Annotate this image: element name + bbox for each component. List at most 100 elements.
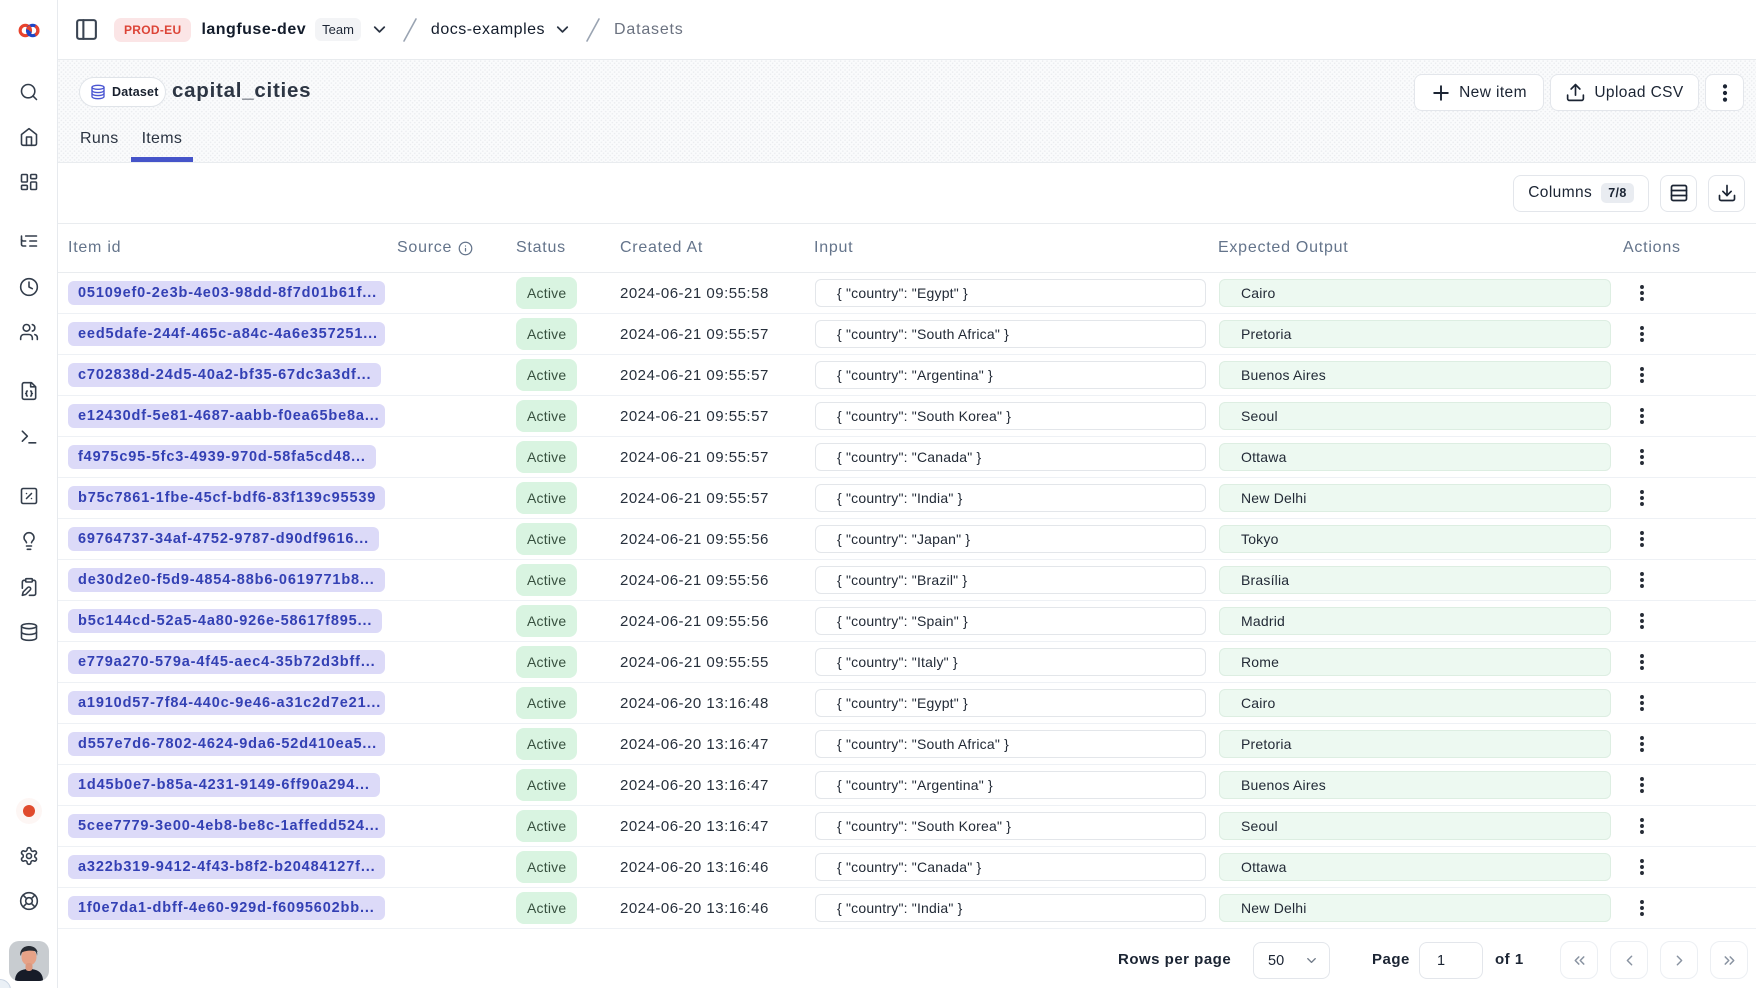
row-actions-kebab[interactable] (1634, 736, 1650, 752)
row-actions-kebab[interactable] (1634, 367, 1650, 383)
input-value-box[interactable]: { "country": "South Korea" } (815, 402, 1206, 430)
table-row[interactable]: 1f0e7da1-dbff-4e60-929d-f6095602bb... Ac… (58, 888, 1756, 929)
table-row[interactable]: 5cee7779-3e00-4eb8-be8c-1affedd524... Ac… (58, 806, 1756, 847)
expected-output-box[interactable]: Buenos Aires (1219, 361, 1611, 389)
rows-per-page-select[interactable]: 50 (1253, 942, 1330, 979)
tab-items[interactable]: Items (131, 130, 194, 162)
item-id-badge[interactable]: a322b319-9412-4f43-b8f2-b20484127f... (68, 855, 385, 879)
langfuse-logo-icon[interactable] (17, 22, 41, 39)
item-id-badge[interactable]: 1f0e7da1-dbff-4e60-929d-f6095602bb... (68, 896, 385, 920)
home-icon[interactable] (19, 127, 39, 147)
expected-output-box[interactable]: Buenos Aires (1219, 771, 1611, 799)
dashboard-icon[interactable] (19, 172, 39, 192)
item-id-badge[interactable]: 1d45b0e7-b85a-4231-9149-6ff90a294... (68, 773, 380, 797)
breadcrumb-org[interactable]: langfuse-dev (201, 21, 306, 39)
table-row[interactable]: de30d2e0-f5d9-4854-88b6-0619771b8... Act… (58, 560, 1756, 601)
annotation-clipboard-pen-icon[interactable] (19, 577, 39, 597)
input-value-box[interactable]: { "country": "Canada" } (815, 443, 1206, 471)
table-row[interactable]: a322b319-9412-4f43-b8f2-b20484127f... Ac… (58, 847, 1756, 888)
row-actions-kebab[interactable] (1634, 654, 1650, 670)
item-id-badge[interactable]: e12430df-5e81-4687-aabb-f0ea65be8a... (68, 404, 385, 428)
table-row[interactable]: 69764737-34af-4752-9787-d90df9616... Act… (58, 519, 1756, 560)
item-id-badge[interactable]: d557e7d6-7802-4624-9da6-52d410ea5... (68, 732, 385, 756)
expected-output-box[interactable]: Rome (1219, 648, 1611, 676)
item-id-badge[interactable]: e779a270-579a-4f45-aec4-35b72d3bff... (68, 650, 385, 674)
expected-output-box[interactable]: Pretoria (1219, 320, 1611, 348)
expected-output-box[interactable]: Tokyo (1219, 525, 1611, 553)
users-icon[interactable] (19, 322, 39, 342)
input-value-box[interactable]: { "country": "India" } (815, 894, 1206, 922)
item-id-badge[interactable]: 05109ef0-2e3b-4e03-98dd-8f7d01b61f... (68, 281, 385, 305)
last-page-button[interactable] (1710, 941, 1748, 979)
item-id-badge[interactable]: eed5dafe-244f-465c-a84c-4a6e357251... (68, 322, 385, 346)
input-value-box[interactable]: { "country": "Argentina" } (815, 361, 1206, 389)
search-icon[interactable] (19, 82, 39, 102)
input-value-box[interactable]: { "country": "South Korea" } (815, 812, 1206, 840)
input-value-box[interactable]: { "country": "Egypt" } (815, 279, 1206, 307)
table-row[interactable]: f4975c95-5fc3-4939-970d-58fa5cd48... Act… (58, 437, 1756, 478)
support-lifebuoy-icon[interactable] (19, 891, 39, 911)
row-actions-kebab[interactable] (1634, 408, 1650, 424)
header-more-button[interactable] (1705, 74, 1744, 111)
datasets-database-icon[interactable] (19, 622, 39, 642)
item-id-badge[interactable]: 5cee7779-3e00-4eb8-be8c-1affedd524... (68, 814, 385, 838)
input-value-box[interactable]: { "country": "Italy" } (815, 648, 1206, 676)
evaluation-square-percent-icon[interactable] (19, 486, 39, 506)
page-number-input[interactable]: 1 (1419, 942, 1483, 979)
org-chevron-down-icon[interactable] (370, 20, 389, 39)
corner-widget[interactable] (0, 979, 11, 988)
project-chevron-down-icon[interactable] (553, 20, 572, 39)
expected-output-box[interactable]: Seoul (1219, 402, 1611, 430)
item-id-badge[interactable]: a1910d57-7f84-440c-9e46-a31c2d7e21... (68, 691, 385, 715)
table-row[interactable]: 05109ef0-2e3b-4e03-98dd-8f7d01b61f... Ac… (58, 273, 1756, 314)
input-value-box[interactable]: { "country": "Spain" } (815, 607, 1206, 635)
row-actions-kebab[interactable] (1634, 572, 1650, 588)
row-actions-kebab[interactable] (1634, 326, 1650, 342)
row-actions-kebab[interactable] (1634, 777, 1650, 793)
row-height-button[interactable] (1660, 175, 1697, 212)
input-value-box[interactable]: { "country": "South Africa" } (815, 320, 1206, 348)
row-actions-kebab[interactable] (1634, 859, 1650, 875)
input-value-box[interactable]: { "country": "South Africa" } (815, 730, 1206, 758)
item-id-badge[interactable]: f4975c95-5fc3-4939-970d-58fa5cd48... (68, 445, 376, 469)
item-id-badge[interactable]: b75c7861-1fbe-45cf-bdf6-83f139c95539 (68, 486, 385, 510)
input-value-box[interactable]: { "country": "Canada" } (815, 853, 1206, 881)
row-actions-kebab[interactable] (1634, 900, 1650, 916)
table-row[interactable]: e12430df-5e81-4687-aabb-f0ea65be8a... Ac… (58, 396, 1756, 437)
expected-output-box[interactable]: Brasília (1219, 566, 1611, 594)
prev-page-button[interactable] (1610, 941, 1648, 979)
input-value-box[interactable]: { "country": "Egypt" } (815, 689, 1206, 717)
next-page-button[interactable] (1660, 941, 1698, 979)
row-actions-kebab[interactable] (1634, 613, 1650, 629)
table-row[interactable]: c702838d-24d5-40a2-bf35-67dc3a3df... Act… (58, 355, 1756, 396)
expected-output-box[interactable]: Cairo (1219, 279, 1611, 307)
item-id-badge[interactable]: b5c144cd-52a5-4a80-926e-58617f895... (68, 609, 382, 633)
sidebar-toggle-icon[interactable] (74, 17, 99, 42)
row-actions-kebab[interactable] (1634, 490, 1650, 506)
table-row[interactable]: b5c144cd-52a5-4a80-926e-58617f895... Act… (58, 601, 1756, 642)
tracing-icon[interactable] (19, 231, 39, 251)
env-badge[interactable]: PROD-EU (114, 18, 191, 42)
expected-output-box[interactable]: Ottawa (1219, 443, 1611, 471)
table-row[interactable]: b75c7861-1fbe-45cf-bdf6-83f139c95539 Act… (58, 478, 1756, 519)
table-row[interactable]: e779a270-579a-4f45-aec4-35b72d3bff... Ac… (58, 642, 1756, 683)
download-button[interactable] (1708, 175, 1745, 212)
item-id-badge[interactable]: c702838d-24d5-40a2-bf35-67dc3a3df... (68, 363, 381, 387)
table-row[interactable]: 1d45b0e7-b85a-4231-9149-6ff90a294... Act… (58, 765, 1756, 806)
user-avatar[interactable] (9, 941, 49, 981)
expected-output-box[interactable]: New Delhi (1219, 894, 1611, 922)
input-value-box[interactable]: { "country": "Argentina" } (815, 771, 1206, 799)
settings-gear-icon[interactable] (19, 846, 39, 866)
item-id-badge[interactable]: de30d2e0-f5d9-4854-88b6-0619771b8... (68, 568, 385, 592)
breadcrumb-project[interactable]: docs-examples (431, 21, 545, 39)
row-actions-kebab[interactable] (1634, 818, 1650, 834)
table-row[interactable]: a1910d57-7f84-440c-9e46-a31c2d7e21... Ac… (58, 683, 1756, 724)
table-row[interactable]: eed5dafe-244f-465c-a84c-4a6e357251... Ac… (58, 314, 1756, 355)
row-actions-kebab[interactable] (1634, 695, 1650, 711)
input-value-box[interactable]: { "country": "India" } (815, 484, 1206, 512)
table-row[interactable]: d557e7d6-7802-4624-9da6-52d410ea5... Act… (58, 724, 1756, 765)
row-actions-kebab[interactable] (1634, 531, 1650, 547)
playground-terminal-icon[interactable] (19, 427, 39, 447)
recording-indicator-dot[interactable] (23, 805, 35, 817)
lightbulb-icon[interactable] (19, 531, 39, 551)
